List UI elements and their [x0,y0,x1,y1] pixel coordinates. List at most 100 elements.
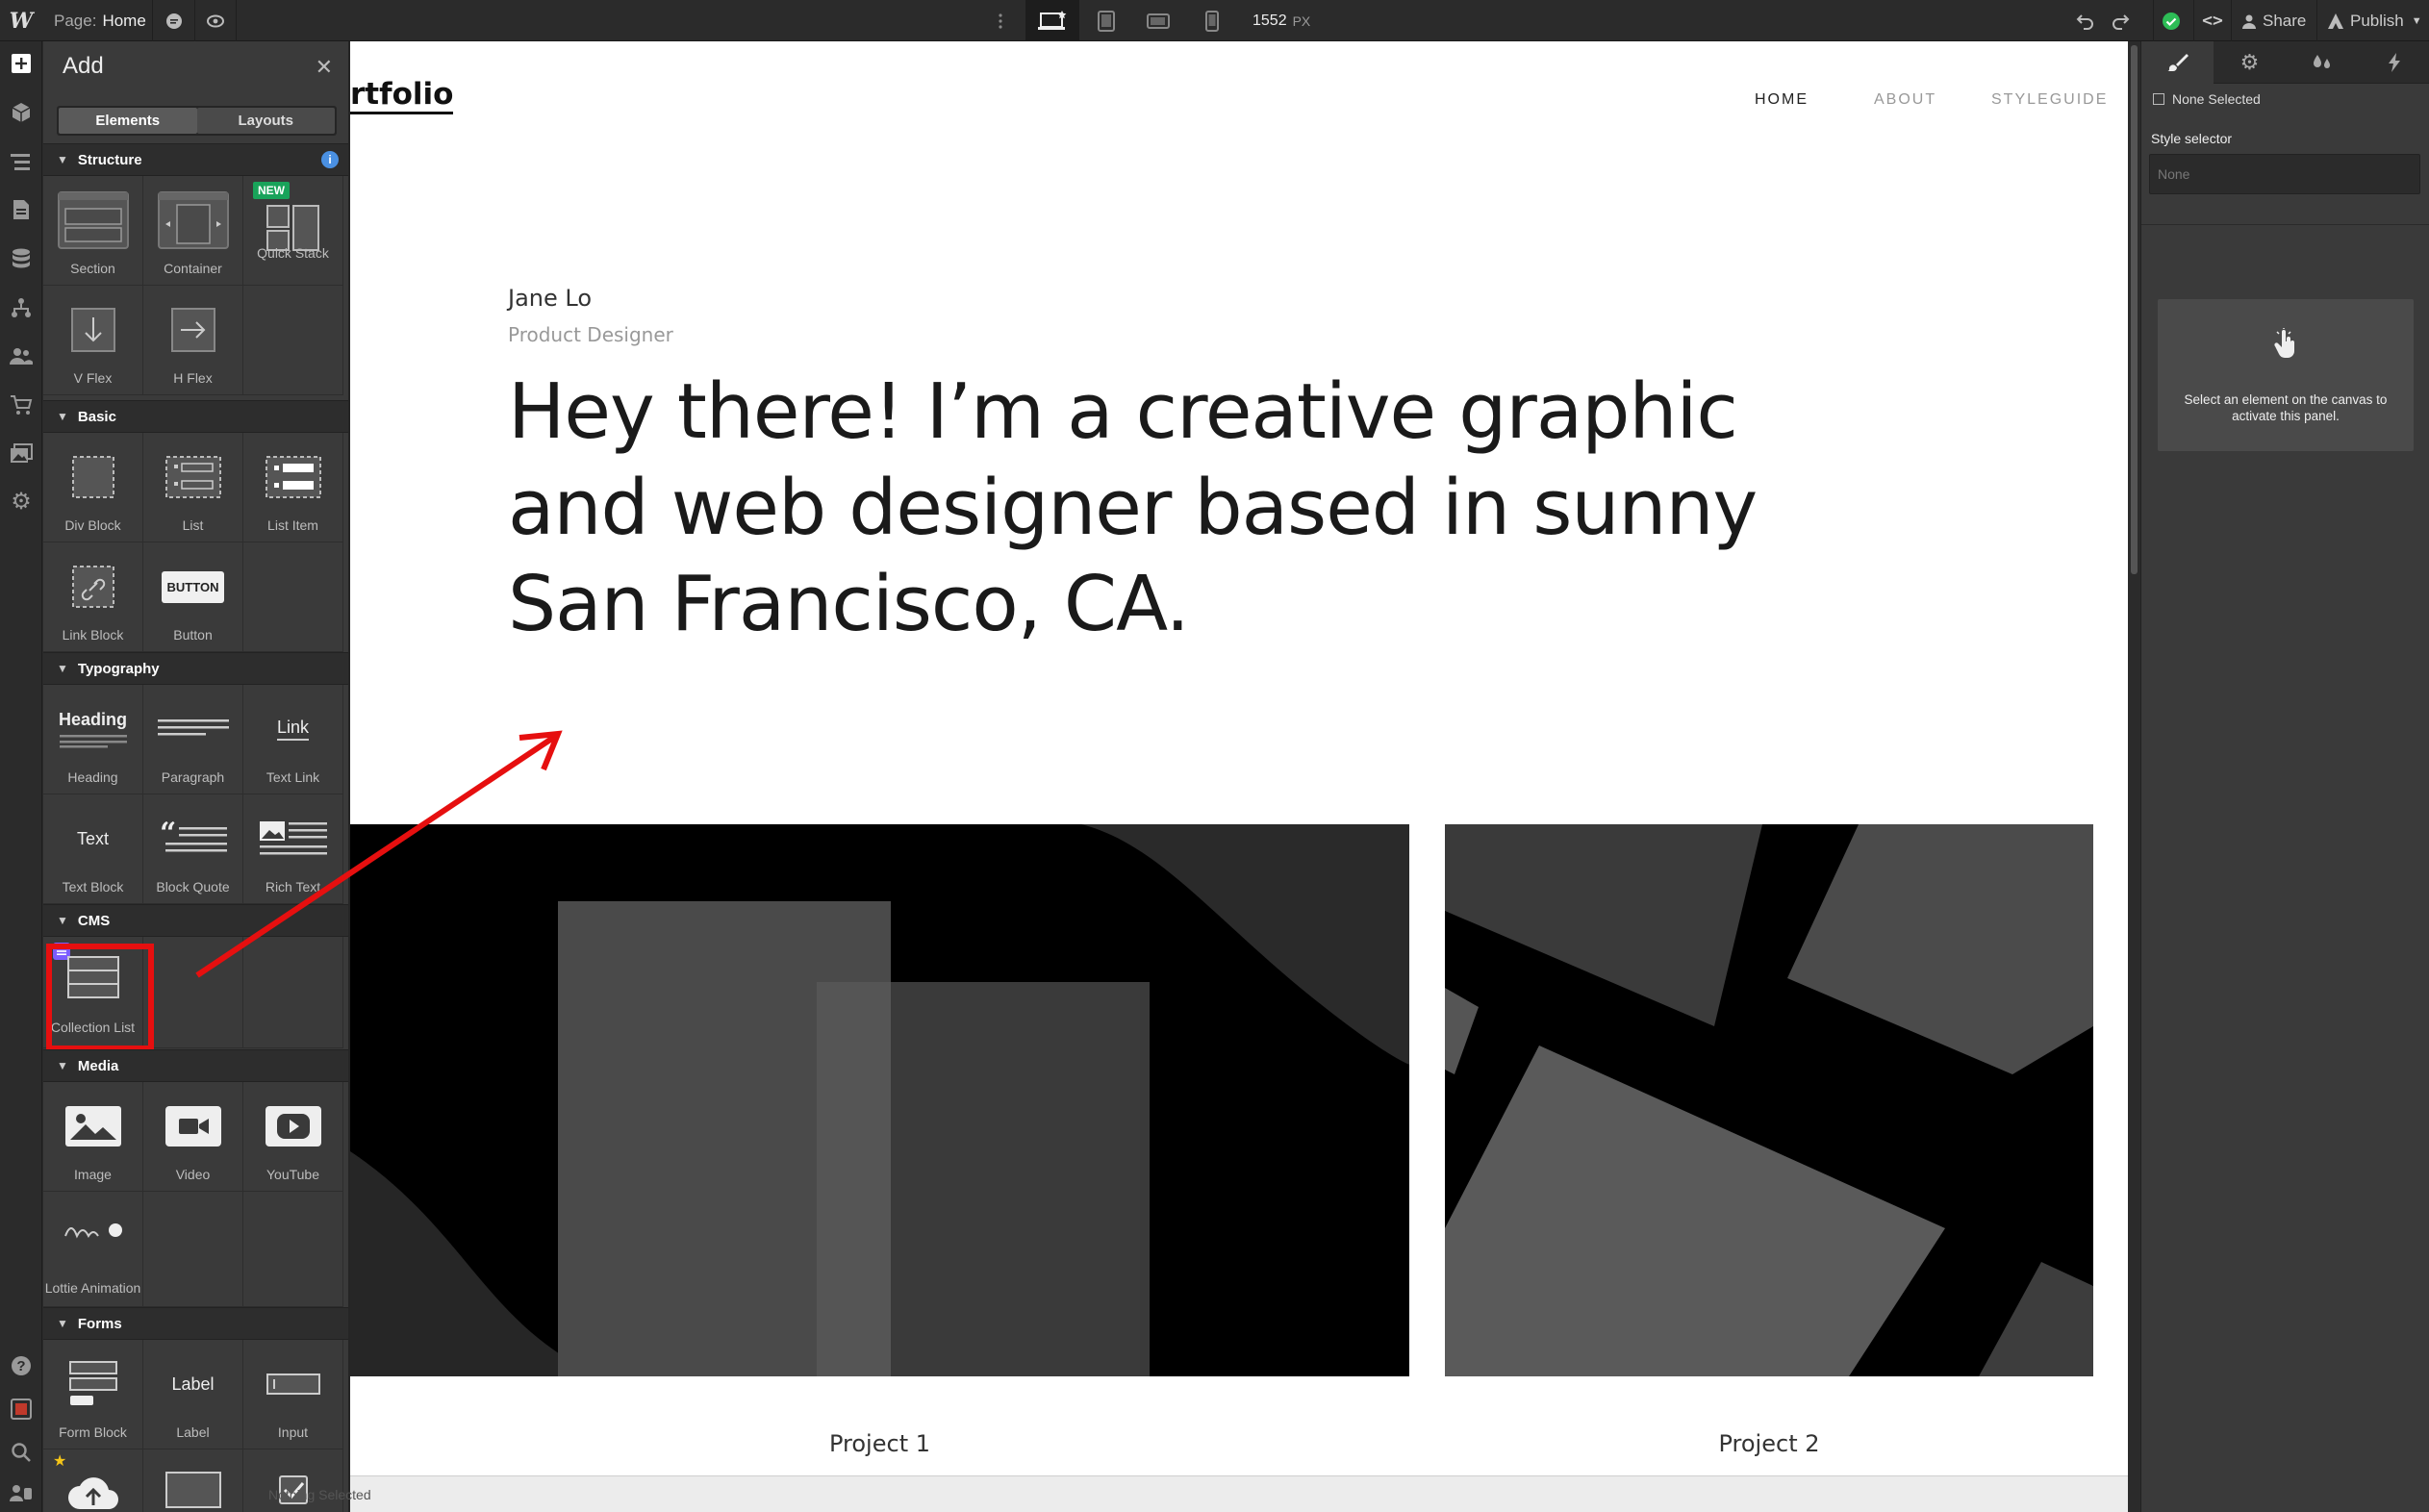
help-icon[interactable]: ? [7,1351,36,1380]
element-block-quote[interactable]: “ Block Quote [143,794,243,904]
search-icon[interactable] [7,1438,36,1467]
element-label: List Item [267,517,318,533]
element-button[interactable]: BUTTON Button [143,542,243,652]
tab-interactions-lightning-icon[interactable] [2358,41,2429,84]
assets-icon[interactable] [7,440,36,468]
selection-checkbox[interactable] [2153,93,2164,105]
section-header-forms[interactable]: ▼ Forms [43,1307,348,1340]
page-name: Home [102,11,146,30]
text-link-preview: Link [276,718,310,741]
panel-divider [2141,224,2429,225]
project-1-image[interactable] [350,824,1409,1376]
tab-style-manager-drops-icon[interactable] [2286,41,2358,84]
breakpoint-mobile-icon[interactable] [1193,0,1231,41]
button-icon: BUTTON [143,556,242,617]
preview-eye-icon[interactable] [194,0,237,41]
undo-icon[interactable] [2068,0,2103,41]
close-icon[interactable]: ✕ [316,55,333,80]
symbols-cube-icon[interactable] [7,98,36,127]
element-list-item[interactable]: List Item [243,433,343,542]
share-label: Share [2263,11,2307,30]
publish-button[interactable]: Publish ▼ [2316,0,2422,41]
empty-cell [243,1192,343,1307]
ecommerce-cart-icon[interactable] [7,391,36,419]
navigator-icon[interactable] [7,147,36,176]
element-heading[interactable]: Heading Heading [43,685,143,794]
users-icon[interactable] [7,341,36,370]
cms-database-icon[interactable] [7,244,36,273]
breakpoint-tablet-icon[interactable] [1087,0,1126,41]
project-2-image[interactable] [1445,824,2093,1376]
video-tutorials-icon[interactable] [7,1395,36,1424]
section-header-cms[interactable]: ▼ CMS [43,904,348,937]
canvas-width-readout[interactable]: 1552 PX [1252,0,1310,41]
element-checkbox[interactable] [243,1449,343,1512]
button-preview: BUTTON [161,570,225,603]
design-canvas[interactable]: Portfolio HOME ABOUT STYLEGUIDE Jane Lo … [350,41,2128,1475]
nav-about-link[interactable]: ABOUT [1874,91,1982,109]
site-brand[interactable]: Portfolio [350,77,454,114]
breakpoint-landscape-icon[interactable] [1139,0,1177,41]
element-paragraph[interactable]: Paragraph [143,685,243,794]
breakpoint-desktop-icon[interactable] [1025,0,1079,41]
add-panel-icon[interactable] [7,49,36,78]
element-quick-stack[interactable]: NEW Quick Stack [243,176,343,286]
comments-icon[interactable] [152,0,194,41]
heading-icon: Heading [43,698,142,760]
tab-layouts[interactable]: Layouts [196,108,335,134]
element-div-block[interactable]: Div Block [43,433,143,542]
webflow-logo[interactable]: W [0,0,42,41]
element-v-flex[interactable]: V Flex [43,286,143,395]
element-image[interactable]: Image [43,1082,143,1192]
code-export-icon[interactable]: <> [2193,0,2232,41]
section-header-basic[interactable]: ▼ Basic [43,400,348,433]
element-input[interactable]: Input [243,1340,343,1449]
container-icon [143,189,242,251]
project-1-title[interactable]: Project 1 [350,1430,1409,1457]
section-header-media[interactable]: ▼ Media [43,1049,348,1082]
element-text-area[interactable] [143,1449,243,1512]
nav-styleguide-link[interactable]: STYLEGUIDE [1991,91,2108,109]
hero-name: Jane Lo [508,285,593,312]
element-container[interactable]: Container [143,176,243,286]
element-file-upload[interactable]: ★ [43,1449,143,1512]
collaborators-icon[interactable] [7,1478,36,1507]
element-section[interactable]: Section [43,176,143,286]
empty-state-card: Select an element on the canvas to activ… [2158,299,2414,451]
label-icon: Label [143,1353,242,1415]
project-2-title[interactable]: Project 2 [1445,1430,2093,1457]
element-form-block[interactable]: Form Block [43,1340,143,1449]
element-link-block[interactable]: Link Block [43,542,143,652]
nav-home-link[interactable]: HOME [1755,91,1855,109]
logic-flow-icon[interactable] [7,293,36,322]
tab-style-brush-icon[interactable] [2141,41,2214,84]
style-selector-input[interactable]: None [2149,154,2420,194]
page-switcher[interactable]: Page: Home [54,0,146,41]
more-vertical-icon[interactable] [991,0,1010,41]
element-youtube[interactable]: YouTube [243,1082,343,1192]
info-icon[interactable]: i [321,151,339,168]
h-flex-icon [143,299,242,361]
element-list[interactable]: List [143,433,243,542]
element-label-field[interactable]: Label Label [143,1340,243,1449]
section-header-typography[interactable]: ▼ Typography [43,652,348,685]
pages-icon[interactable] [7,195,36,224]
element-h-flex[interactable]: H Flex [143,286,243,395]
scrollbar-thumb[interactable] [2131,45,2138,574]
link-block-icon [43,556,142,617]
section-header-structure[interactable]: ▼ Structure i [43,143,348,176]
selection-row[interactable]: None Selected [2153,91,2261,107]
settings-gear-icon[interactable]: ⚙ [7,488,36,517]
element-video[interactable]: Video [143,1082,243,1192]
site-status-check-icon[interactable] [2153,0,2188,41]
share-button[interactable]: Share [2241,0,2306,41]
element-rich-text[interactable]: Rich Text [243,794,343,904]
element-label: V Flex [73,370,113,386]
element-text-link[interactable]: Link Text Link [243,685,343,794]
tab-elements[interactable]: Elements [59,108,197,134]
tab-settings-gear-icon[interactable]: ⚙ [2214,41,2286,84]
redo-icon[interactable] [2103,0,2138,41]
element-lottie[interactable]: Lottie Animation [43,1192,143,1307]
canvas-scrollbar[interactable] [2128,41,2140,1475]
element-text-block[interactable]: Text Text Block [43,794,143,904]
